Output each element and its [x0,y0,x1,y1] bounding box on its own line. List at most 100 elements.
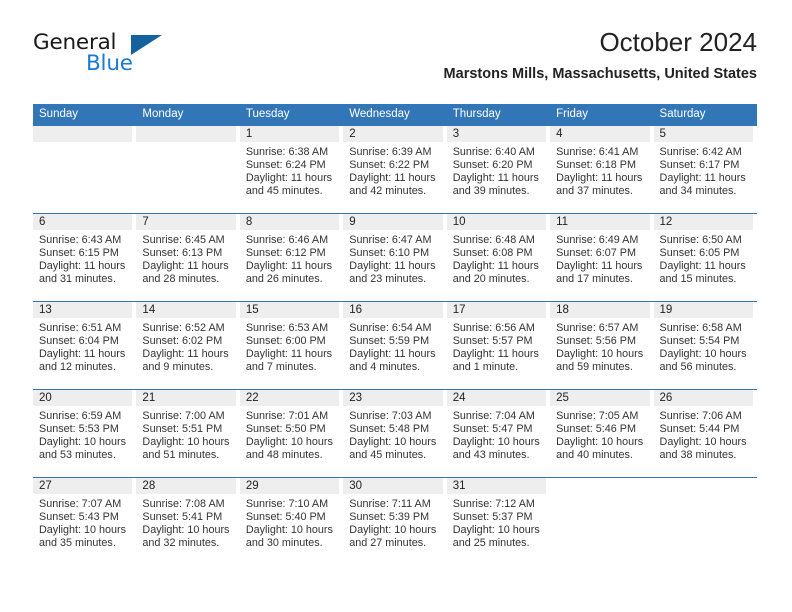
daylight-text-line1: Daylight: 11 hours [245,260,333,273]
day-cell[interactable]: 4 Sunrise: 6:41 AM Sunset: 6:18 PM Dayli… [550,126,653,213]
sunset-text: Sunset: 6:15 PM [39,247,119,260]
brand-logo[interactable]: General Blue [33,32,233,88]
day-cell[interactable]: 26 Sunrise: 7:06 AM Sunset: 5:44 PM Dayl… [653,390,757,477]
day-details: Sunrise: 6:49 AM Sunset: 6:07 PM Dayligh… [550,230,649,286]
day-number: 22 [239,390,340,406]
daylight-text-line1: Daylight: 11 hours [659,172,746,185]
sunset-text: Sunset: 6:18 PM [556,159,636,172]
day-cell[interactable]: 22 Sunrise: 7:01 AM Sunset: 5:50 PM Dayl… [239,390,343,477]
sunrise-text: Sunrise: 6:58 AM [659,322,742,334]
sunrise-text: Sunrise: 7:00 AM [142,410,225,422]
daylight-text-line1: Daylight: 11 hours [142,348,229,361]
sunset-text: Sunset: 6:12 PM [245,247,326,260]
sunset-text: Sunset: 6:05 PM [659,247,740,260]
day-cell[interactable]: 1 Sunrise: 6:38 AM Sunset: 6:24 PM Dayli… [239,126,343,213]
day-cell[interactable]: 15 Sunrise: 6:53 AM Sunset: 6:00 PM Dayl… [239,302,343,389]
day-number: 25 [550,390,650,406]
daylight-text-line2: and 38 minutes. [659,449,737,462]
daylight-text-line2: and 4 minutes. [349,361,421,374]
day-details: Sunrise: 7:03 AM Sunset: 5:48 PM Dayligh… [343,406,442,462]
day-cell[interactable]: 2 Sunrise: 6:39 AM Sunset: 6:22 PM Dayli… [343,126,446,213]
title-block: October 2024 Marstons Mills, Massachuset… [444,27,757,83]
day-cell[interactable]: 13 Sunrise: 6:51 AM Sunset: 6:04 PM Dayl… [33,302,136,389]
day-cell[interactable]: 19 Sunrise: 6:58 AM Sunset: 5:54 PM Dayl… [653,302,757,389]
sunset-text: Sunset: 5:43 PM [39,511,119,524]
day-details: Sunrise: 7:11 AM Sunset: 5:39 PM Dayligh… [343,494,442,550]
sunset-text: Sunset: 6:02 PM [142,335,223,348]
day-cell[interactable]: 17 Sunrise: 6:56 AM Sunset: 5:57 PM Dayl… [446,302,550,389]
day-cell[interactable] [550,478,653,565]
day-cell[interactable]: 10 Sunrise: 6:48 AM Sunset: 6:08 PM Dayl… [446,214,550,301]
daylight-text-line2: and 23 minutes. [349,273,427,286]
day-cell[interactable]: 25 Sunrise: 7:05 AM Sunset: 5:46 PM Dayl… [550,390,653,477]
day-cell[interactable]: 30 Sunrise: 7:11 AM Sunset: 5:39 PM Dayl… [343,478,446,565]
day-cell[interactable]: 14 Sunrise: 6:52 AM Sunset: 6:02 PM Dayl… [136,302,239,389]
daylight-text-line1: Daylight: 10 hours [245,436,333,449]
day-cell[interactable]: 6 Sunrise: 6:43 AM Sunset: 6:15 PM Dayli… [33,214,136,301]
sunset-text: Sunset: 5:41 PM [142,511,223,524]
day-cell[interactable]: 21 Sunrise: 7:00 AM Sunset: 5:51 PM Dayl… [136,390,239,477]
daylight-text-line1: Daylight: 11 hours [659,260,746,273]
sunrise-text: Sunrise: 7:01 AM [245,410,329,422]
day-cell[interactable]: 7 Sunrise: 6:45 AM Sunset: 6:13 PM Dayli… [136,214,239,301]
day-number: 13 [33,302,133,318]
day-details: Sunrise: 7:08 AM Sunset: 5:41 PM Dayligh… [136,494,235,550]
daylight-text-line2: and 45 minutes. [349,449,427,462]
daylight-text-line2: and 43 minutes. [452,449,530,462]
daylight-text-line2: and 17 minutes. [556,273,633,286]
daylight-text-line2: and 42 minutes. [349,185,427,198]
day-number: 9 [343,214,443,230]
daylight-text-line2: and 37 minutes. [556,185,633,198]
day-number: 6 [33,214,133,230]
sunset-text: Sunset: 6:17 PM [659,159,740,172]
day-cell[interactable]: 9 Sunrise: 6:47 AM Sunset: 6:10 PM Dayli… [343,214,446,301]
daylight-text-line2: and 7 minutes. [245,361,317,374]
day-cell[interactable]: 3 Sunrise: 6:40 AM Sunset: 6:20 PM Dayli… [446,126,550,213]
daylight-text-line2: and 12 minutes. [39,361,116,374]
day-cell[interactable]: 24 Sunrise: 7:04 AM Sunset: 5:47 PM Dayl… [446,390,550,477]
day-cell[interactable]: 29 Sunrise: 7:10 AM Sunset: 5:40 PM Dayl… [239,478,343,565]
daylight-text-line1: Daylight: 11 hours [556,172,643,185]
day-details: Sunrise: 7:05 AM Sunset: 5:46 PM Dayligh… [550,406,649,462]
day-cell[interactable] [136,126,239,213]
sunset-text: Sunset: 5:59 PM [349,335,430,348]
day-cell[interactable]: 23 Sunrise: 7:03 AM Sunset: 5:48 PM Dayl… [343,390,446,477]
day-number: 12 [653,214,753,230]
day-number: 14 [136,302,236,318]
day-cell[interactable]: 16 Sunrise: 6:54 AM Sunset: 5:59 PM Dayl… [343,302,446,389]
day-details: Sunrise: 6:47 AM Sunset: 6:10 PM Dayligh… [343,230,442,286]
sunrise-text: Sunrise: 7:04 AM [452,410,535,422]
day-number: 21 [136,390,236,406]
day-number [33,126,133,142]
day-cell[interactable]: 20 Sunrise: 6:59 AM Sunset: 5:53 PM Dayl… [33,390,136,477]
sunrise-text: Sunrise: 7:05 AM [556,410,639,422]
day-cell[interactable] [33,126,136,213]
daylight-text-line1: Daylight: 11 hours [245,172,333,185]
day-cell[interactable]: 18 Sunrise: 6:57 AM Sunset: 5:56 PM Dayl… [550,302,653,389]
daylight-text-line1: Daylight: 11 hours [452,260,539,273]
day-cell[interactable]: 12 Sunrise: 6:50 AM Sunset: 6:05 PM Dayl… [653,214,757,301]
sunrise-text: Sunrise: 6:47 AM [349,234,432,246]
day-cell[interactable]: 8 Sunrise: 6:46 AM Sunset: 6:12 PM Dayli… [239,214,343,301]
sunrise-text: Sunrise: 6:57 AM [556,322,639,334]
daylight-text-line2: and 1 minute. [452,361,519,374]
daylight-text-line1: Daylight: 11 hours [452,172,539,185]
sunrise-text: Sunrise: 6:54 AM [349,322,432,334]
day-details: Sunrise: 7:12 AM Sunset: 5:37 PM Dayligh… [447,494,546,550]
day-details: Sunrise: 7:06 AM Sunset: 5:44 PM Dayligh… [654,406,753,462]
day-cell[interactable] [654,478,757,565]
day-details: Sunrise: 6:45 AM Sunset: 6:13 PM Dayligh… [136,230,235,286]
daylight-text-line2: and 35 minutes. [39,537,116,550]
day-number: 3 [446,126,547,142]
week-row: 6 Sunrise: 6:43 AM Sunset: 6:15 PM Dayli… [33,213,757,301]
daylight-text-line1: Daylight: 10 hours [245,524,333,537]
day-cell[interactable]: 11 Sunrise: 6:49 AM Sunset: 6:07 PM Dayl… [550,214,653,301]
daylight-text-line2: and 32 minutes. [142,537,220,550]
daylight-text-line1: Daylight: 10 hours [452,436,540,449]
day-cell[interactable]: 27 Sunrise: 7:07 AM Sunset: 5:43 PM Dayl… [33,478,136,565]
day-number: 11 [550,214,650,230]
daylight-text-line2: and 28 minutes. [142,273,220,286]
day-cell[interactable]: 28 Sunrise: 7:08 AM Sunset: 5:41 PM Dayl… [136,478,239,565]
day-cell[interactable]: 5 Sunrise: 6:42 AM Sunset: 6:17 PM Dayli… [653,126,757,213]
day-cell[interactable]: 31 Sunrise: 7:12 AM Sunset: 5:37 PM Dayl… [446,478,550,565]
